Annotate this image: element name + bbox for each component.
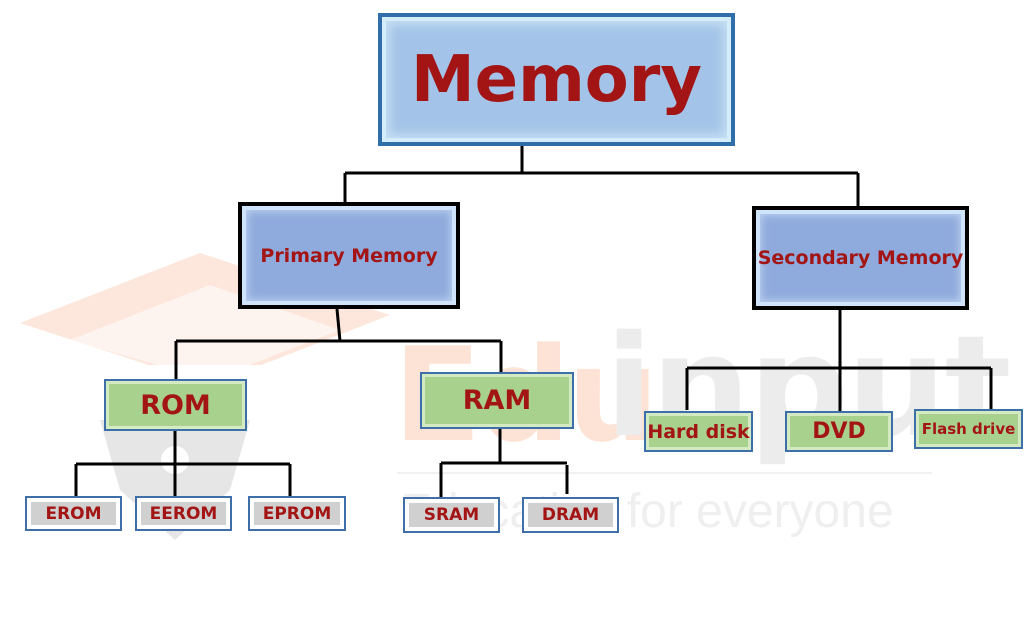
connector-rom bbox=[74, 430, 292, 497]
node-dram: DRAM bbox=[522, 497, 619, 533]
node-flash-drive-label: Flash drive bbox=[921, 420, 1016, 438]
node-rom: ROM bbox=[104, 379, 247, 431]
node-hard-disk: Hard disk bbox=[644, 411, 753, 452]
node-eprom: EPROM bbox=[248, 496, 346, 531]
node-secondary-memory-label: Secondary Memory bbox=[757, 247, 964, 269]
node-erom: EROM bbox=[25, 496, 122, 531]
node-hard-disk-label: Hard disk bbox=[647, 420, 750, 443]
node-dram-label: DRAM bbox=[541, 505, 600, 525]
connector-secondary bbox=[685, 310, 993, 412]
node-ram-label: RAM bbox=[462, 385, 532, 416]
node-primary-memory: Primary Memory bbox=[238, 202, 460, 309]
node-erom-label: EROM bbox=[45, 503, 102, 524]
node-sram: SRAM bbox=[403, 497, 500, 533]
node-ram: RAM bbox=[420, 372, 574, 429]
node-sram-label: SRAM bbox=[423, 505, 480, 525]
node-dvd-label: DVD bbox=[812, 419, 866, 444]
node-memory-label: Memory bbox=[410, 42, 703, 117]
connector-ram bbox=[439, 429, 569, 497]
node-secondary-memory: Secondary Memory bbox=[752, 206, 969, 310]
node-flash-drive: Flash drive bbox=[914, 409, 1023, 449]
node-memory: Memory bbox=[378, 13, 735, 146]
node-eerom: EEROM bbox=[135, 496, 232, 531]
connector-root bbox=[343, 146, 860, 206]
node-rom-label: ROM bbox=[140, 389, 211, 421]
connector-primary bbox=[174, 308, 503, 379]
node-eprom-label: EPROM bbox=[262, 503, 332, 524]
node-dvd: DVD bbox=[785, 411, 893, 452]
node-primary-memory-label: Primary Memory bbox=[260, 244, 438, 267]
node-eerom-label: EEROM bbox=[149, 503, 218, 524]
